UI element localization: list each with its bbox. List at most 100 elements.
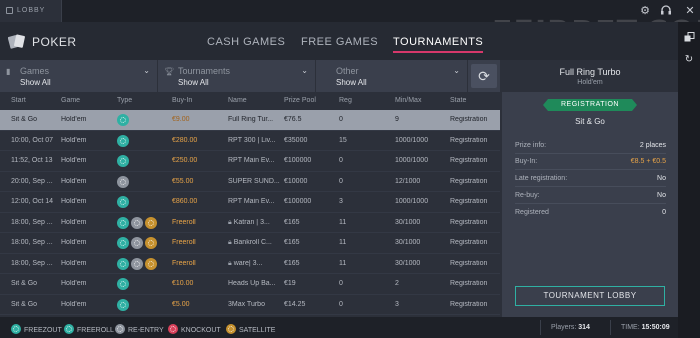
cell-min-max-text: 2 (395, 280, 399, 287)
cell-game-text: Hold'em (61, 116, 87, 123)
cell-start: Sit & Go (11, 280, 57, 287)
table-row[interactable]: Sit & Go Hold'em €5.00 3Max Turbo €14.25 0 3 Re… (0, 295, 500, 315)
cell-start-text: 18:00, Sep ... (11, 259, 53, 267)
info-value: 2 places (639, 142, 666, 149)
tournament-lobby-button[interactable]: TOURNAMENT LOBBY (515, 286, 665, 306)
refresh-button[interactable]: ⟳ (471, 64, 497, 88)
chevron-down-icon: ⌄ (301, 66, 308, 75)
cell-buyin-text: €250.00 (172, 157, 198, 164)
table-row[interactable]: 10:00, Oct 07 Hold'em €280.00 RPT 300 | Liv… (0, 131, 500, 151)
cell-buyin-text: €280.00 (172, 136, 198, 144)
header-reg[interactable]: Reg (339, 97, 352, 104)
header-type[interactable]: Type (117, 97, 132, 104)
cell-min-max: 3 (395, 301, 447, 308)
lock-icon: 🔒︎ (228, 218, 232, 226)
header-prize-pool[interactable]: Prize Pool (284, 97, 316, 104)
cell-type (117, 196, 131, 209)
close-icon[interactable]: ✕ (683, 4, 697, 18)
cell-start-text: 20:00, Sep ... (11, 177, 53, 185)
table-row[interactable]: 18:00, Sep ... Hold'em Freeroll 🔒︎ ware| 3..… (0, 254, 500, 274)
tournament-list: Sit & Go Hold'em €9.00 Full Ring Tur... €76.… (0, 110, 500, 315)
cell-state: Registration (450, 280, 500, 287)
table-row[interactable]: 12:00, Oct 14 Hold'em €860.00 RPT Main Ev..… (0, 192, 500, 213)
table-row[interactable]: 20:00, Sep ... Hold'em €55.00 SUPER SUND...… (0, 172, 500, 192)
cell-state: Registration (450, 137, 500, 144)
info-key: Registered (515, 209, 549, 216)
cell-start: 18:00, Sep ... (11, 219, 57, 226)
cell-reg-text: 0 (339, 280, 343, 287)
tab-free-games[interactable]: FREE GAMES (301, 36, 378, 48)
table-row[interactable]: 18:00, Sep ... Hold'em Freeroll 🔒︎ Bankroll … (0, 233, 500, 254)
games-filter-icon: ▮ (6, 67, 11, 76)
cell-game: Hold'em (61, 280, 111, 287)
freeroll-icon (64, 324, 74, 334)
cell-start-text: Sit & Go (11, 280, 38, 287)
cell-prize-pool-text: €14.25 (284, 300, 306, 308)
cell-state: Registration (450, 178, 500, 185)
window-switch-icon[interactable] (683, 32, 695, 44)
cell-state-text: Registration (450, 116, 488, 123)
cell-reg: 15 (339, 137, 391, 144)
table-row[interactable]: 18:00, Sep ... Hold'em Freeroll 🔒︎ Katran | … (0, 213, 500, 233)
cell-buyin-text: Freeroll (172, 218, 196, 226)
cell-state-text: Registration (450, 280, 488, 287)
filter-other[interactable]: Other Show All ⌄ (316, 60, 468, 92)
table-row[interactable]: Sit & Go Hold'em €10.00 Heads Up Ba... €19 0 2… (0, 274, 500, 295)
cell-name: RPT 300 | Liv... (228, 137, 280, 144)
freezeout-icon (117, 278, 129, 290)
cell-reg-text: 11 (339, 259, 347, 267)
cell-game: Hold'em (61, 301, 111, 308)
cell-prize-pool: €19 (284, 280, 336, 287)
satellite-icon (145, 257, 157, 270)
freeroll-icon (117, 237, 129, 249)
cell-prize-pool-text: €100000 (284, 157, 312, 164)
lobby-tab[interactable]: LOBBY (0, 0, 62, 22)
cell-game-text: Hold'em (61, 300, 87, 308)
cell-start: 18:00, Sep ... (11, 239, 57, 246)
cell-buyin: Freeroll (172, 219, 224, 226)
cell-min-max: 12/1000 (395, 178, 447, 185)
header-state[interactable]: State (450, 97, 466, 104)
info-late-registration: Late registration: No (515, 172, 666, 187)
info-prize: Prize info: 2 places (515, 139, 666, 154)
filter-tournaments[interactable]: 🏆︎ Tournaments Show All ⌄ (158, 60, 316, 92)
cell-start: Sit & Go (11, 301, 57, 308)
tab-cash-games[interactable]: CASH GAMES (207, 36, 285, 48)
cell-type (117, 175, 131, 189)
headset-icon[interactable] (659, 4, 673, 18)
cell-start-text: 11:52, Oct 13 (11, 157, 53, 164)
cell-type (117, 298, 131, 312)
filter-other-value: Show All (336, 78, 367, 87)
cell-state: Registration (450, 198, 500, 205)
info-key: Buy-In: (515, 158, 538, 165)
table-row[interactable]: Sit & Go Hold'em €9.00 Full Ring Tur... €76.… (0, 110, 500, 131)
filter-other-title: Other (336, 66, 359, 76)
cell-state: Registration (450, 260, 500, 267)
detail-subtitle: Hold'em (577, 79, 603, 86)
table-row[interactable]: 11:52, Oct 13 Hold'em €250.00 RPT Main Ev..… (0, 151, 500, 172)
legend-label: FREEROLL (77, 327, 114, 334)
cell-name-text: RPT 300 | Liv... (228, 136, 276, 144)
filter-games[interactable]: ▮ Games Show All ⌄ (0, 60, 158, 92)
header-name[interactable]: Name (228, 97, 247, 104)
reload-icon[interactable]: ↻ (683, 54, 695, 66)
cell-prize-pool: €10000 (284, 178, 336, 185)
cell-name-text: Bankroll C... (233, 239, 272, 246)
cell-buyin-text: €10.00 (172, 280, 194, 287)
header-min-max[interactable]: Min/Max (395, 97, 421, 104)
cell-buyin: €280.00 (172, 137, 224, 144)
header-buyin[interactable]: Buy-In (172, 97, 192, 104)
cell-min-max-text: 12/1000 (395, 177, 421, 185)
cell-state-text: Registration (450, 239, 488, 246)
cell-name: Full Ring Tur... (228, 116, 280, 123)
logo-text: POKER (32, 35, 77, 49)
cell-buyin-text: €5.00 (172, 300, 190, 308)
tab-tournaments[interactable]: TOURNAMENTS (393, 36, 484, 53)
settings-icon[interactable]: ⚙ (638, 4, 652, 18)
legend-freeroll: FREEROLL (64, 324, 114, 334)
cell-game-text: Hold'em (61, 259, 87, 267)
reentry-icon (115, 324, 125, 334)
header-game[interactable]: Game (61, 97, 80, 104)
header-start[interactable]: Start (11, 97, 26, 104)
cell-min-max: 1000/1000 (395, 137, 447, 144)
